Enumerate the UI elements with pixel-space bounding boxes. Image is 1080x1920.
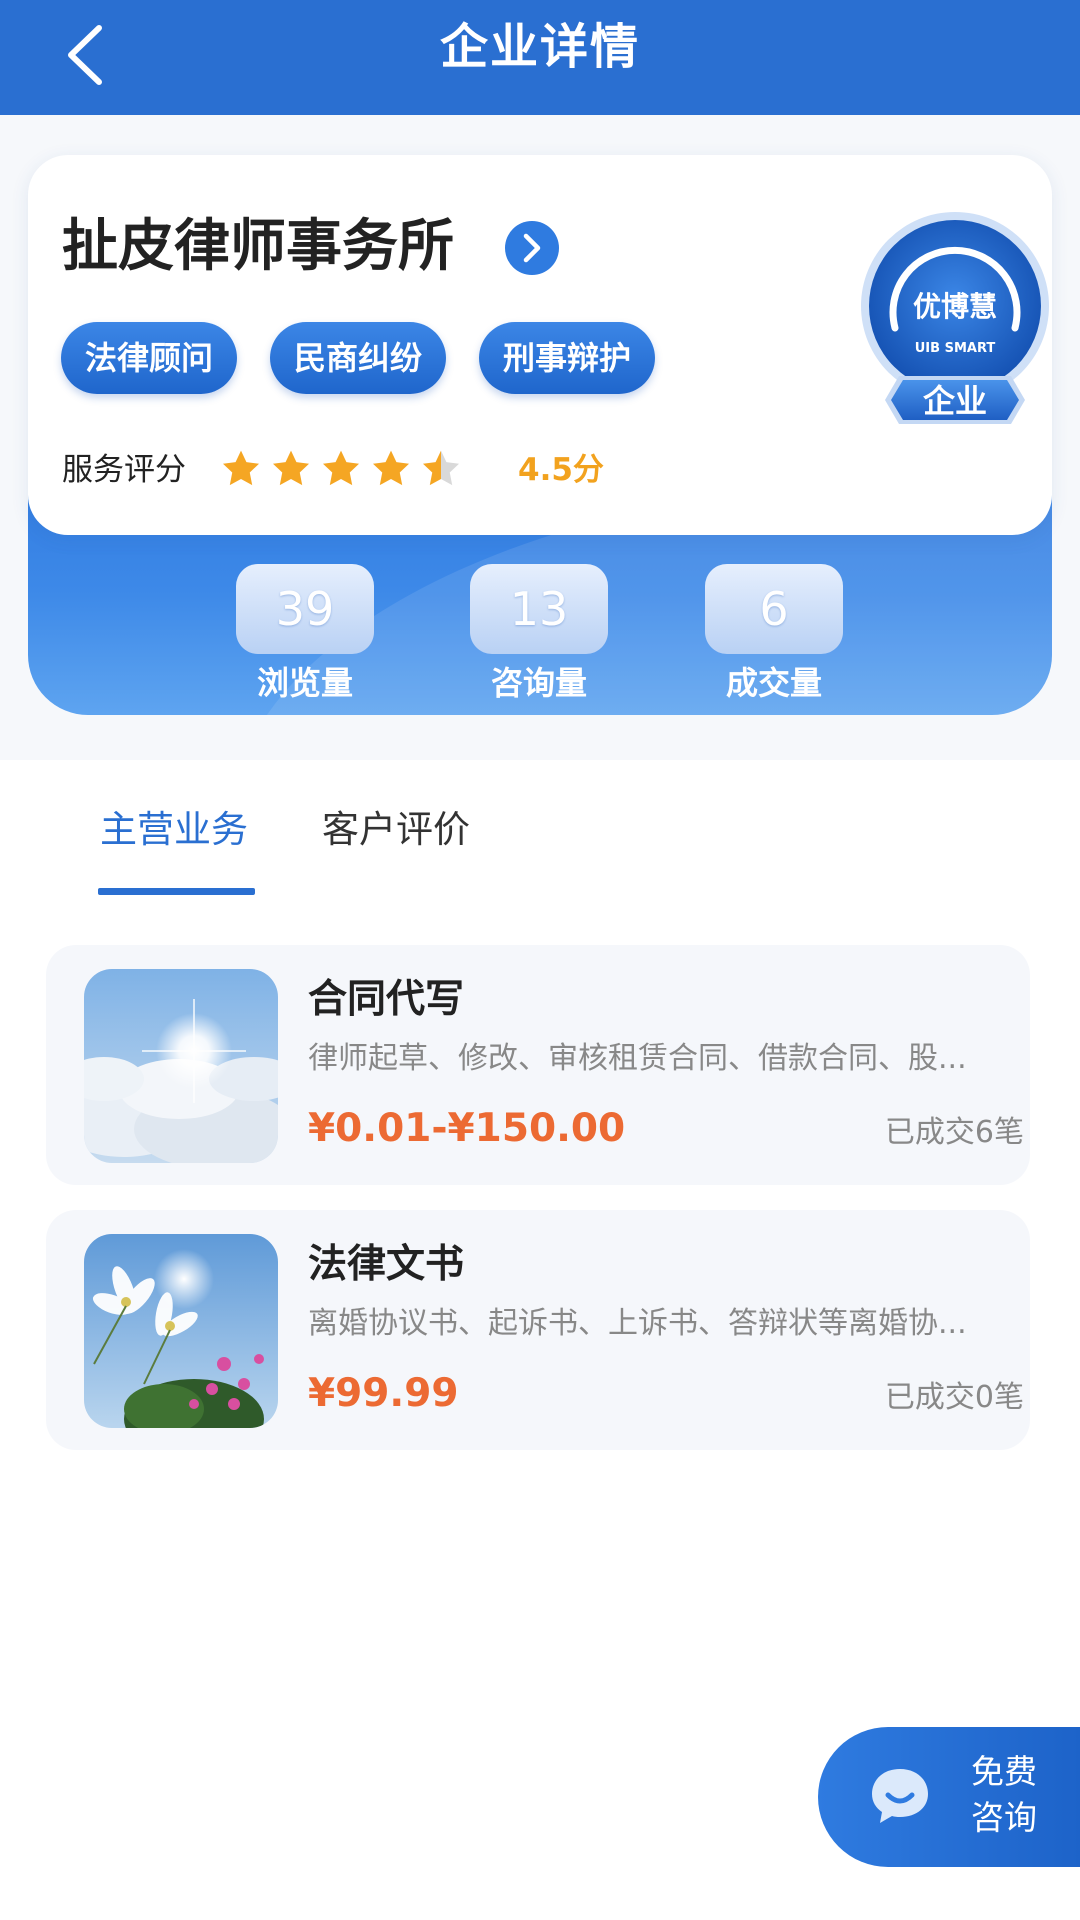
company-detail-button[interactable] (505, 221, 559, 275)
app-header: 企业详情 (0, 0, 1080, 115)
stat-deals-label: 成交量 (725, 664, 822, 702)
service-title: 合同代写 (308, 977, 465, 1022)
stat-views: 39 浏览量 (236, 564, 374, 708)
service-thumbnail (84, 969, 278, 1163)
rating-label: 服务评分 (62, 452, 186, 488)
tab-active-indicator (98, 888, 255, 895)
stat-views-value: 39 (236, 564, 374, 654)
stat-consults: 13 咨询量 (470, 564, 608, 708)
service-card-legal-docs[interactable]: 法律文书 离婚协议书、起诉书、上诉书、答辩状等离婚协... ¥99.99 已成交… (46, 1210, 1030, 1450)
company-name: 扯皮律师事务所 (62, 214, 454, 279)
service-deal-count: 已成交6笔 (884, 1115, 1024, 1150)
service-thumbnail (84, 1234, 278, 1428)
star-icon (372, 450, 410, 486)
free-consult-button[interactable]: 免费 咨询 (818, 1727, 1080, 1867)
service-description: 离婚协议书、起诉书、上诉书、答辩状等离婚协... (308, 1306, 967, 1341)
sky-clouds-image-icon (84, 969, 278, 1163)
chevron-right-icon (523, 233, 541, 263)
stat-deals: 6 成交量 (705, 564, 843, 708)
badge-sub-text: UIB SMART (915, 341, 996, 356)
service-title: 法律文书 (308, 1242, 465, 1287)
stat-consults-label: 咨询量 (490, 664, 587, 702)
rating-stars (220, 448, 470, 492)
service-price: ¥99.99 (308, 1371, 459, 1416)
tab-customer-reviews[interactable]: 客户评价 (322, 800, 470, 860)
flowers-sky-image-icon (84, 1234, 278, 1428)
stat-consults-value: 13 (470, 564, 608, 654)
tag-criminal-defense: 刑事辩护 (479, 322, 655, 394)
service-price: ¥0.01-¥150.00 (308, 1106, 626, 1151)
uib-smart-enterprise-badge-icon: 优博慧 UIB SMART 企业 (861, 212, 1049, 424)
star-icon (272, 450, 310, 486)
tag-legal-advisor: 法律顾问 (61, 322, 237, 394)
stat-deals-value: 6 (705, 564, 843, 654)
page-title: 企业详情 (439, 19, 640, 75)
chat-bubble-icon (872, 1769, 928, 1823)
service-deal-count: 已成交0笔 (884, 1380, 1024, 1415)
star-icon (222, 450, 260, 486)
badge-type-text: 企业 (923, 382, 987, 420)
service-description: 律师起草、修改、审核租赁合同、借款合同、股... (308, 1041, 967, 1076)
tag-civil-commercial: 民商纠纷 (270, 322, 446, 394)
half-star-icon (422, 450, 460, 486)
rating-score: 4.5分 (518, 452, 604, 488)
consult-label: 免费 咨询 (971, 1752, 1037, 1837)
badge-brand-text: 优博慧 (913, 290, 997, 323)
tab-main-business[interactable]: 主营业务 (100, 800, 248, 860)
star-icon (322, 450, 360, 486)
stat-views-label: 浏览量 (256, 664, 353, 702)
service-card-contract[interactable]: 合同代写 律师起草、修改、审核租赁合同、借款合同、股... ¥0.01-¥150… (46, 945, 1030, 1185)
